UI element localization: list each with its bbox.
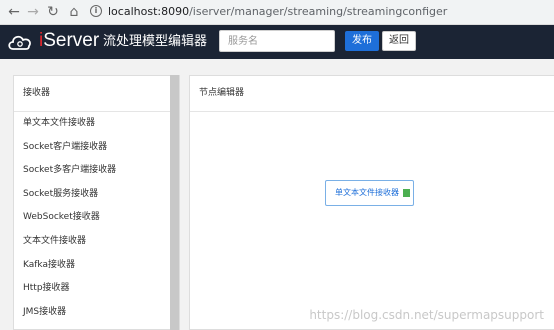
page-title: 流处理模型编辑器 (103, 34, 208, 49)
receiver-list: 单文本文件接收器 Socket客户端接收器 Socket多客户端接收器 Sock… (14, 112, 179, 324)
receiver-item[interactable]: JMS接收器 (14, 301, 179, 325)
logo-name: Server (43, 30, 100, 51)
service-name-input[interactable] (219, 30, 335, 52)
publish-button[interactable]: 发布 (345, 31, 379, 51)
browser-toolbar: ← → ↻ ⌂ i localhost:8090/iserver/manager… (0, 0, 554, 25)
receiver-item[interactable]: Kafka接收器 (14, 254, 179, 278)
address-bar[interactable]: localhost:8090/iserver/manager/streaming… (108, 4, 447, 20)
home-icon[interactable]: ⌂ (66, 4, 82, 20)
node-output-handle[interactable] (403, 189, 410, 197)
receiver-item[interactable]: Http接收器 (14, 277, 179, 301)
app-header: iServer 流处理模型编辑器 发布 返回 (0, 25, 554, 59)
forward-arrow-icon[interactable]: → (25, 4, 41, 20)
watermark: https://blog.csdn.net/supermapsupport (309, 308, 544, 322)
node-editor-panel: 节点编辑器 单文本文件接收器 https://blog.csdn.net/sup… (189, 75, 554, 330)
receiver-item[interactable]: 文本文件接收器 (14, 230, 179, 254)
receiver-panel-title: 接收器 (14, 76, 179, 112)
receiver-scrollbar[interactable] (170, 75, 179, 330)
receiver-panel: 接收器 单文本文件接收器 Socket客户端接收器 Socket多客户端接收器 … (13, 75, 180, 330)
info-icon[interactable]: i (90, 5, 102, 17)
scrollbar-thumb[interactable] (170, 75, 179, 330)
url-host: localhost:8090 (108, 5, 190, 18)
url-path: /iserver/manager/streaming/streamingconf… (189, 5, 448, 18)
node-editor-title: 节点编辑器 (190, 76, 554, 112)
reload-icon[interactable]: ↻ (45, 4, 61, 20)
receiver-item[interactable]: Socket服务接收器 (14, 183, 179, 207)
receiver-item[interactable]: Socket客户端接收器 (14, 136, 179, 160)
back-arrow-icon[interactable]: ← (6, 4, 22, 20)
logo-text: iServer (39, 30, 99, 52)
node-label: 单文本文件接收器 (335, 188, 399, 197)
receiver-item[interactable]: WebSocket接收器 (14, 206, 179, 230)
cloud-logo-icon (8, 35, 31, 50)
receiver-item[interactable]: 单文本文件接收器 (14, 112, 179, 136)
back-button[interactable]: 返回 (382, 31, 416, 51)
receiver-item[interactable]: Socket多客户端接收器 (14, 159, 179, 183)
receiver-node[interactable]: 单文本文件接收器 (325, 180, 414, 206)
